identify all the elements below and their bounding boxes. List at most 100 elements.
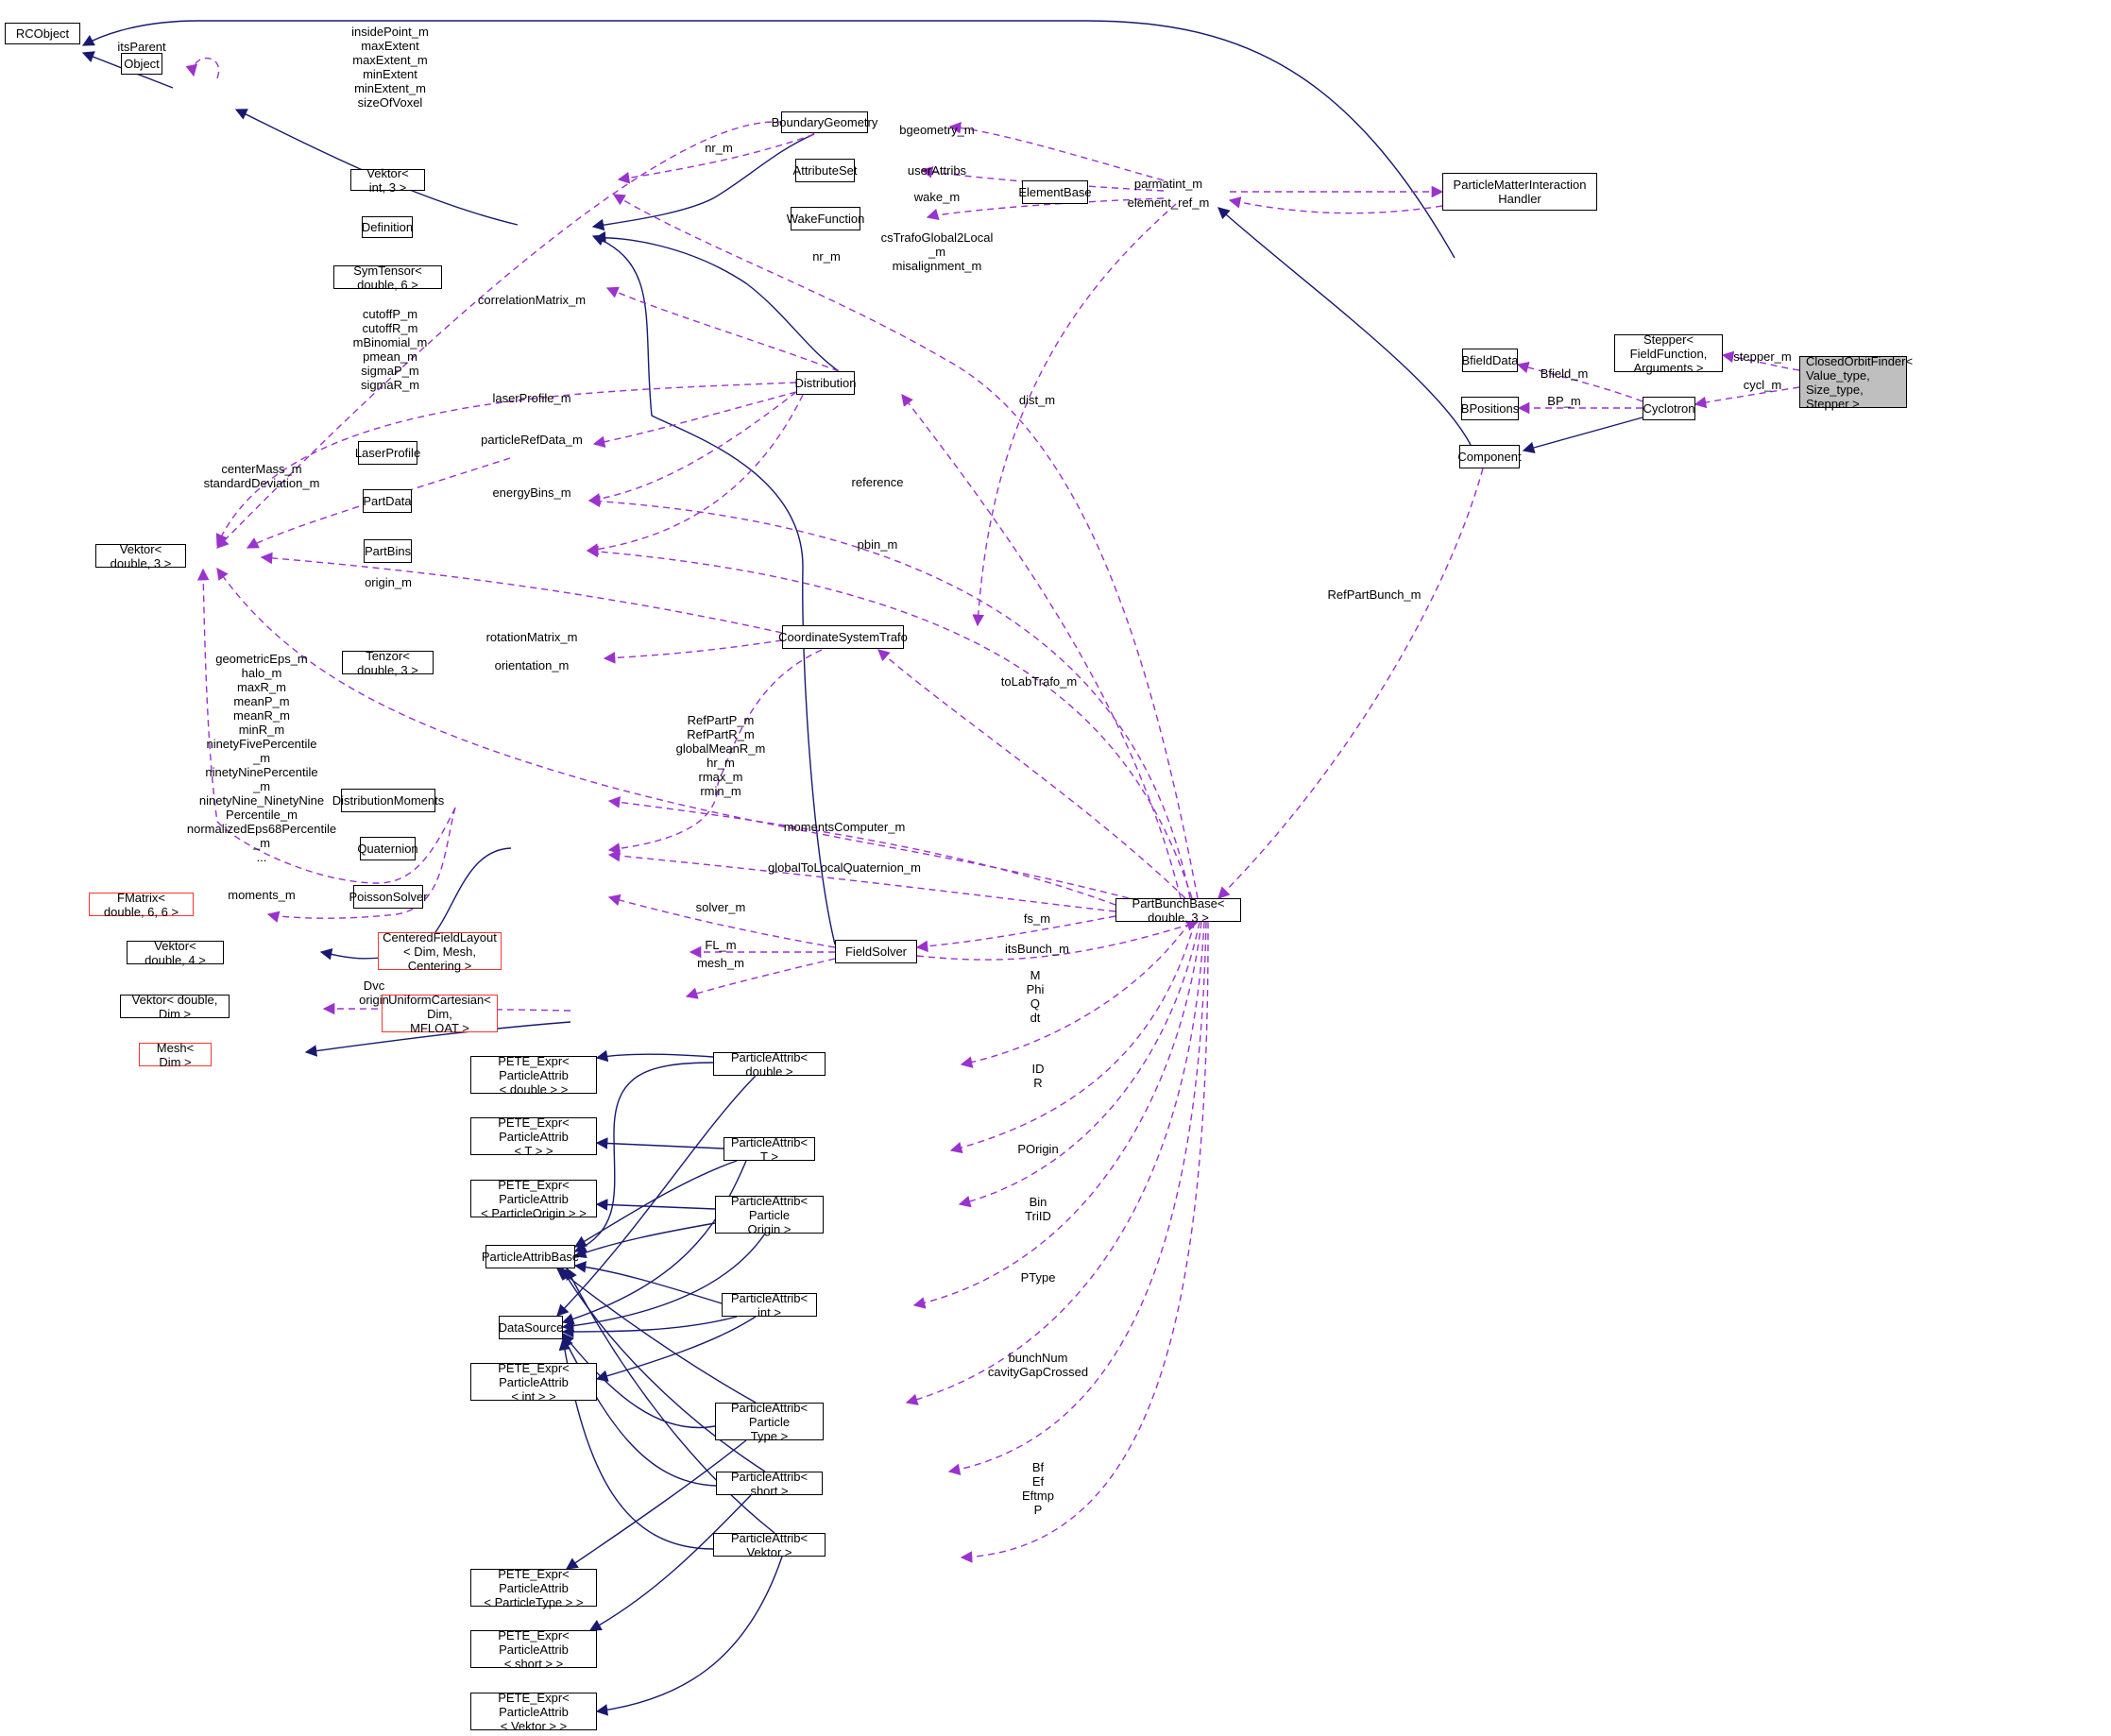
edge-pbb-vektor3	[216, 567, 1130, 899]
edge-label-orientation: orientation_m	[494, 658, 570, 672]
node-wake-function[interactable]: WakeFunction	[787, 207, 864, 230]
edge-padouble-pete	[595, 1049, 714, 1063]
node-bfield-data[interactable]: BfieldData	[1462, 349, 1519, 372]
node-pa-t[interactable]: ParticleAttrib< T >	[724, 1135, 815, 1164]
node-cyclotron[interactable]: Cyclotron	[1643, 397, 1695, 420]
edge-label-dvc-origin: Dvc origin	[359, 979, 389, 1007]
edge-object-itsparent	[185, 57, 220, 79]
edge-label-ptype: PType	[1020, 1270, 1056, 1285]
node-part-bunch-base[interactable]: PartBunchBase< double, 3 >	[1115, 896, 1241, 925]
node-uniform-cartesian[interactable]: UniformCartesian< Dim, MFLOAT >	[382, 993, 498, 1035]
node-quaternion[interactable]: Quaternion	[357, 837, 418, 860]
node-centered-field-layout[interactable]: CenteredFieldLayout < Dim, Mesh, Centeri…	[378, 930, 502, 973]
edge-dist-symtenzor	[605, 286, 840, 372]
edge-label-itsparent: itsParent	[117, 40, 166, 54]
node-distribution[interactable]: Distribution	[794, 371, 857, 395]
edge-label-cycl: cycl_m	[1743, 378, 1782, 392]
edge-pbb-partdata	[587, 495, 1191, 899]
node-vektor-double-3[interactable]: Vektor< double, 3 >	[95, 542, 186, 570]
edge-layer	[81, 20, 1800, 1716]
edge-eb-cst	[972, 203, 1177, 627]
edge-fieldsolver-definition	[591, 234, 836, 945]
node-vektor-double-dim[interactable]: Vektor< double, Dim >	[120, 993, 230, 1021]
edge-component-elementbase	[1217, 207, 1472, 446]
edge-label-fs: fs_m	[1023, 911, 1051, 926]
edge-label-moments: moments_m	[228, 888, 296, 902]
edge-paorigin-pete	[595, 1199, 716, 1211]
edge-label-energybins: energyBins_m	[492, 485, 571, 500]
edge-label-dist-members: cutoffP_m cutoffR_m mBinomial_m pmean_m …	[352, 307, 428, 392]
edge-pashort-ds	[562, 1335, 717, 1487]
node-pete-type[interactable]: PETE_Expr< ParticleAttrib < ParticleType…	[470, 1567, 597, 1609]
node-bpositions[interactable]: BPositions	[1461, 397, 1519, 420]
node-mesh-dim[interactable]: Mesh< Dim >	[139, 1041, 212, 1069]
node-tenzor[interactable]: Tenzor< double, 3 >	[342, 649, 434, 677]
node-fmatrix[interactable]: FMatrix< double, 6, 6 >	[89, 891, 194, 919]
edge-pbb-patype	[905, 921, 1205, 1405]
node-field-solver[interactable]: FieldSolver	[835, 940, 917, 963]
edge-label-rotationmatrix: rotationMatrix_m	[485, 630, 578, 644]
node-pete-t[interactable]: PETE_Expr< ParticleAttrib < T > >	[470, 1115, 597, 1158]
node-boundary-geometry[interactable]: BoundaryGeometry	[772, 111, 877, 133]
edge-cyclotron-component	[1522, 417, 1643, 454]
edge-label-laserprofile: laserProfile_m	[492, 391, 571, 405]
edge-pbb-pavektor	[960, 921, 1209, 1563]
node-part-data[interactable]: PartData	[363, 489, 412, 513]
node-pa-short[interactable]: ParticleAttrib< short >	[716, 1470, 823, 1498]
node-pa-type[interactable]: ParticleAttrib< Particle Type >	[715, 1401, 824, 1443]
node-stepper[interactable]: Stepper< FieldFunction, Arguments >	[1614, 332, 1723, 375]
edge-label-wake: wake_m	[913, 190, 961, 204]
node-rcobject[interactable]: RCObject	[5, 23, 80, 44]
edge-label-dist: dist_m	[1018, 393, 1056, 407]
node-pa-double[interactable]: ParticleAttrib< double >	[713, 1050, 826, 1079]
node-pa-int[interactable]: ParticleAttrib< int >	[722, 1291, 817, 1319]
edge-pat-pete	[595, 1137, 724, 1149]
node-poisson-solver[interactable]: PoissonSolver	[349, 885, 428, 909]
edge-label-correlation: correlationMatrix_m	[477, 293, 587, 307]
edge-label-bfef: Bf Ef Eftmp P	[1022, 1460, 1054, 1517]
edge-pbb-paint	[912, 921, 1202, 1309]
node-vektor-double-4[interactable]: Vektor< double, 4 >	[127, 939, 224, 967]
node-definition[interactable]: Definition	[362, 216, 413, 238]
node-pmi-handler[interactable]: ParticleMatterInteraction Handler	[1442, 173, 1597, 211]
node-distribution-moments[interactable]: DistributionMoments	[332, 789, 444, 812]
edge-label-moments-members: geometricEps_m halo_m maxR_m meanP_m mea…	[186, 652, 337, 864]
edge-label-mphiqdt: M Phi Q dt	[1026, 968, 1045, 1025]
edge-label-idr: ID R	[1031, 1062, 1045, 1090]
node-pete-vektor[interactable]: PETE_Expr< ParticleAttrib < Vektor > >	[470, 1691, 597, 1733]
node-pa-vektor[interactable]: ParticleAttrib< Vektor >	[713, 1531, 826, 1559]
edge-pbb-pat	[949, 921, 1196, 1154]
node-pete-origin[interactable]: PETE_Expr< ParticleAttrib < ParticleOrig…	[470, 1178, 597, 1220]
node-laser-profile[interactable]: LaserProfile	[355, 441, 420, 465]
edge-cst-vektor3	[260, 552, 783, 634]
edge-pbb-paorigin	[958, 921, 1200, 1208]
edge-paorigin-pab	[573, 1222, 716, 1259]
edge-label-globaltolocal: globalToLocalQuaternion_m	[768, 860, 921, 875]
node-closed-orbit-finder[interactable]: ClosedOrbitFinder< Value_type, Size_type…	[1799, 354, 1913, 411]
edge-label-refpartbunch: RefPartBunch_m	[1327, 587, 1422, 602]
edge-label-userattribs: userAttribs	[907, 163, 967, 178]
node-attribute-set[interactable]: AttributeSet	[793, 159, 857, 182]
node-pete-short[interactable]: PETE_Expr< ParticleAttrib < short > >	[470, 1628, 597, 1671]
edge-label-bp: BP_m	[1547, 394, 1581, 408]
node-vektor-int-3[interactable]: Vektor< int, 3 >	[350, 166, 425, 195]
edge-pashort-peteshort	[588, 1494, 752, 1631]
edge-dist-partdata	[587, 391, 797, 505]
node-object[interactable]: Object	[121, 53, 162, 75]
node-symtenzor[interactable]: SymTensor< double, 6 >	[333, 264, 442, 292]
node-component[interactable]: Component	[1457, 445, 1522, 468]
node-data-source[interactable]: DataSource	[499, 1316, 563, 1339]
node-pete-int[interactable]: PETE_Expr< ParticleAttrib < int > >	[470, 1361, 597, 1404]
edge-label-bunch-members: RefPartP_m RefPartR_m globalMeanR_m hr_m…	[675, 713, 766, 798]
edge-cst-tenzor	[603, 639, 783, 664]
node-part-bins[interactable]: PartBins	[364, 539, 412, 563]
node-particle-attrib-base[interactable]: ParticleAttribBase	[482, 1245, 579, 1268]
node-coordinate-system-trafo[interactable]: CoordinateSystemTrafo	[778, 625, 908, 649]
node-pete-double[interactable]: PETE_Expr< ParticleAttrib < double > >	[470, 1054, 597, 1097]
node-element-base[interactable]: ElementBase	[1018, 180, 1092, 204]
edge-paint-ds	[561, 1316, 738, 1338]
edge-label-nr-m: nr_m	[705, 141, 733, 155]
edge-label-solver: solver_m	[695, 900, 746, 914]
edge-pbb-moments	[607, 796, 1116, 906]
node-pa-origin[interactable]: ParticleAttrib< Particle Origin >	[715, 1194, 824, 1236]
